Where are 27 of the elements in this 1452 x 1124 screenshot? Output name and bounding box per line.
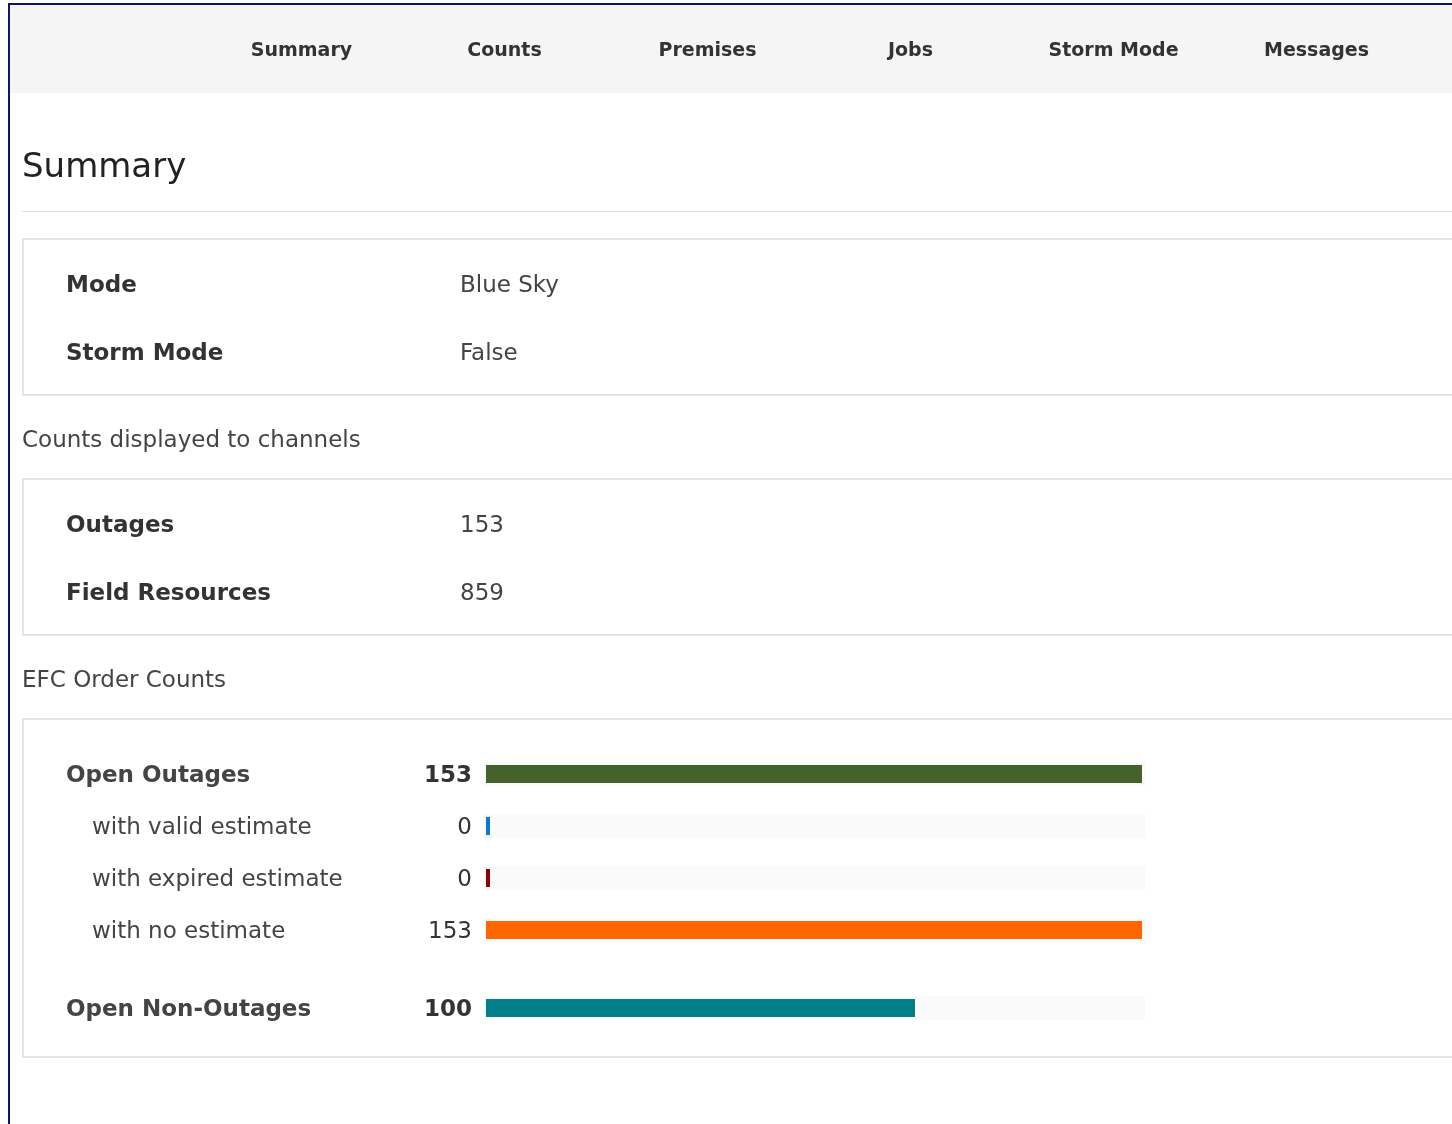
nav-link[interactable]: Messages (1215, 38, 1418, 60)
section-heading: EFC Order Counts (22, 666, 228, 692)
field-value: 859 (460, 579, 504, 605)
field-value: False (460, 339, 518, 365)
count-value: 153 (427, 917, 472, 943)
page-title: Summary (22, 145, 1452, 212)
count-value: 0 (456, 813, 472, 839)
count-value: 0 (456, 865, 472, 891)
field-label: Field Resources (66, 579, 272, 605)
nav-link[interactable]: Counts (403, 38, 606, 60)
nav-link[interactable]: Premises (606, 38, 809, 60)
nav-link[interactable]: Storm Mode (1012, 38, 1215, 60)
count-value: 153 (423, 761, 472, 787)
field-value: Blue Sky (460, 271, 559, 297)
nav-link[interactable]: Jobs (809, 38, 1012, 60)
count-value: 100 (423, 995, 472, 1021)
count-label: Open Outages (66, 761, 252, 787)
count-label: Open Non-Outages (66, 995, 313, 1021)
field-label: Storm Mode (66, 339, 225, 365)
field-label: Mode (66, 271, 138, 297)
field-label: Outages (66, 511, 176, 537)
count-label: with valid estimate (91, 813, 313, 839)
count-label: with expired estimate (91, 865, 344, 891)
nav-link[interactable]: Summary (200, 38, 403, 60)
count-label: with no estimate (91, 917, 287, 943)
section-heading: Counts displayed to channels (22, 426, 362, 452)
field-value: 153 (460, 511, 504, 537)
